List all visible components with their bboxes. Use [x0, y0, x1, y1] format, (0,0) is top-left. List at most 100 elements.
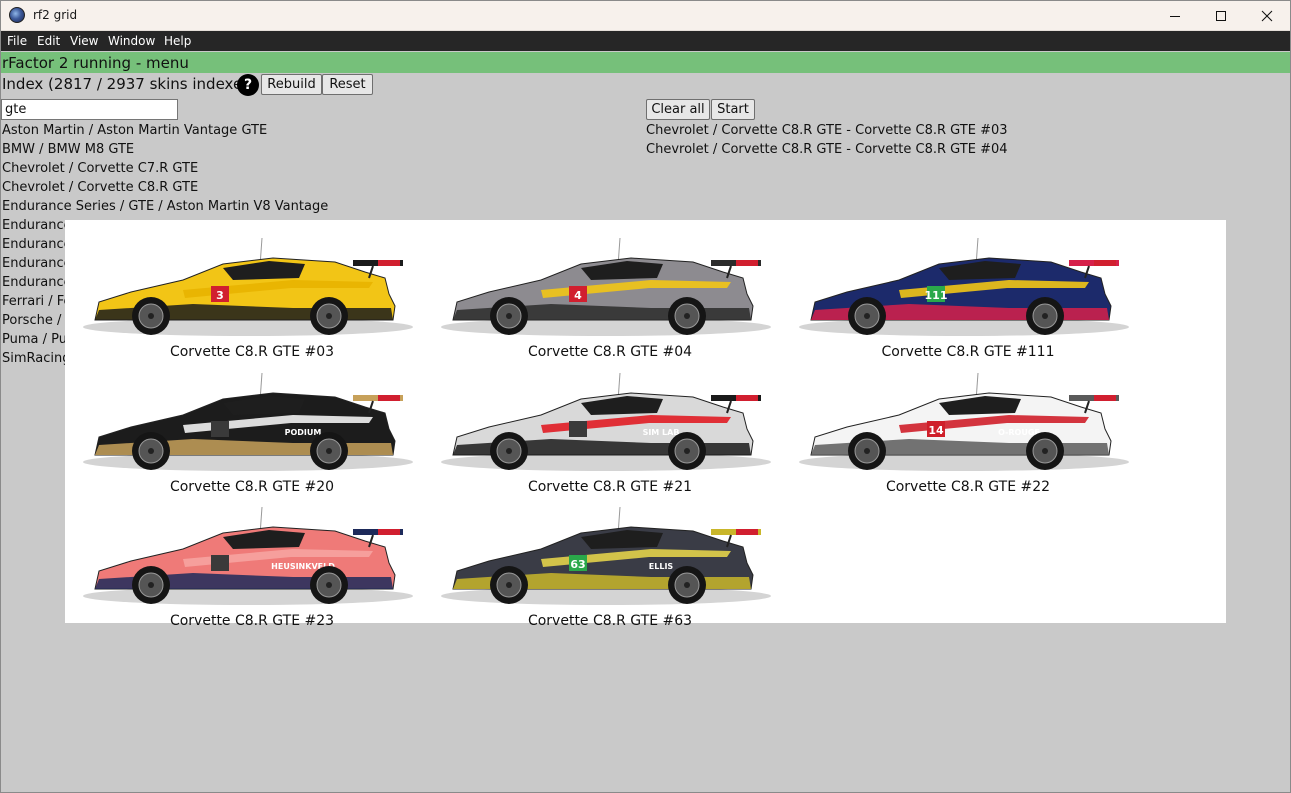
index-status: Index (2817 / 2937 skins indexed): [2, 75, 258, 93]
status-text: rFactor 2 running - menu: [2, 54, 189, 72]
menu-bar: File Edit View Window Help: [0, 31, 1291, 51]
menu-window[interactable]: Window: [108, 34, 155, 48]
wing-endplate: [736, 260, 758, 266]
wheel-hub: [684, 448, 690, 454]
wheel-hub: [506, 582, 512, 588]
car-image: SIM LAB: [441, 372, 771, 471]
skin-label: Corvette C8.R GTE #21: [527, 479, 693, 495]
menu-view[interactable]: View: [70, 34, 98, 48]
skin-label: Corvette C8.R GTE #04: [527, 344, 693, 360]
wing-endplate: [1094, 260, 1116, 266]
list-item[interactable]: Chevrolet / Corvette C7.R GTE: [2, 159, 642, 178]
wheel-hub: [864, 448, 870, 454]
reset-button[interactable]: Reset: [322, 74, 373, 95]
skin-label: Corvette C8.R GTE #63: [527, 613, 693, 629]
wheel-hub: [684, 313, 690, 319]
status-bar: rFactor 2 running - menu: [0, 52, 1291, 73]
wheel-hub: [506, 313, 512, 319]
wing-endplate: [378, 395, 400, 401]
wheel-hub: [148, 448, 154, 454]
close-icon: [1261, 10, 1273, 21]
wing-endplate: [1094, 395, 1116, 401]
wing-endplate: [736, 529, 758, 535]
menu-edit[interactable]: Edit: [37, 34, 60, 48]
wing-endplate: [736, 395, 758, 401]
start-button[interactable]: Start: [711, 99, 755, 120]
number-plate: [211, 555, 229, 571]
car-sponsor: PODIUM: [285, 428, 322, 437]
help-button[interactable]: ?: [237, 74, 259, 96]
car-image: 14 O-ROUGE: [799, 372, 1129, 471]
maximize-button[interactable]: [1198, 0, 1244, 31]
wing-endplate: [378, 260, 400, 266]
skin-label: Corvette C8.R GTE #20: [169, 479, 335, 495]
car-shadow: [83, 318, 413, 336]
menu-file[interactable]: File: [7, 34, 27, 48]
wing-endplate: [378, 529, 400, 535]
wheel-hub: [1042, 448, 1048, 454]
maximize-icon: [1216, 10, 1226, 21]
skin-picker-popup: 3 Corvette C8.R GTE #03 4 Corvette C8.R …: [65, 220, 1226, 629]
selected-item[interactable]: Chevrolet / Corvette C8.R GTE - Corvette…: [646, 140, 1246, 159]
search-input[interactable]: [1, 99, 178, 120]
wheel-hub: [506, 448, 512, 454]
list-item[interactable]: Aston Martin / Aston Martin Vantage GTE: [2, 121, 642, 140]
skin-tile[interactable]: HEUSINKVELD Corvette C8.R GTE #23: [73, 497, 431, 631]
car-number: 3: [216, 289, 224, 302]
rebuild-button[interactable]: Rebuild: [261, 74, 322, 95]
wheel-hub: [148, 582, 154, 588]
car-number: 111: [925, 289, 948, 302]
wheel-hub: [684, 582, 690, 588]
car-shadow: [83, 587, 413, 605]
skin-tile[interactable]: SIM LAB Corvette C8.R GTE #21: [431, 363, 789, 497]
car-image: HEUSINKVELD: [83, 506, 413, 605]
car-sponsor: ELLIS: [649, 562, 674, 571]
skin-tile[interactable]: PODIUM Corvette C8.R GTE #20: [73, 363, 431, 497]
car-number: 63: [570, 558, 585, 571]
wheel-hub: [326, 313, 332, 319]
selected-list: Chevrolet / Corvette C8.R GTE - Corvette…: [646, 121, 1246, 159]
car-shadow: [799, 318, 1129, 336]
wheel-hub: [148, 313, 154, 319]
car-image: 4: [441, 237, 771, 336]
skin-tile[interactable]: 14 O-ROUGE Corvette C8.R GTE #22: [789, 363, 1147, 497]
list-item[interactable]: Chevrolet / Corvette C8.R GTE: [2, 178, 642, 197]
skin-tile[interactable]: 111 Corvette C8.R GTE #111: [789, 228, 1147, 362]
car-shadow: [441, 318, 771, 336]
list-item[interactable]: BMW / BMW M8 GTE: [2, 140, 642, 159]
title-bar: rf2 grid: [0, 0, 1291, 31]
app-globe-icon: [9, 7, 25, 23]
selected-item[interactable]: Chevrolet / Corvette C8.R GTE - Corvette…: [646, 121, 1246, 140]
list-item[interactable]: Endurance Series / GTE / Aston Martin V8…: [2, 197, 642, 216]
menu-help[interactable]: Help: [164, 34, 191, 48]
wheel-hub: [326, 582, 332, 588]
skin-label: Corvette C8.R GTE #03: [169, 344, 335, 360]
clear-all-button[interactable]: Clear all: [646, 99, 710, 120]
wheel-hub: [326, 448, 332, 454]
skin-tile[interactable]: 4 Corvette C8.R GTE #04: [431, 228, 789, 362]
close-button[interactable]: [1244, 0, 1290, 31]
car-image: PODIUM: [83, 372, 413, 471]
number-plate: [569, 421, 587, 437]
skin-label: Corvette C8.R GTE #111: [881, 344, 1055, 360]
number-plate: [211, 421, 229, 437]
car-shadow: [83, 453, 413, 471]
car-number: 4: [574, 289, 582, 302]
wheel-hub: [1042, 313, 1048, 319]
car-shadow: [441, 453, 771, 471]
skin-tile[interactable]: 3 Corvette C8.R GTE #03: [73, 228, 431, 362]
wheel-hub: [864, 313, 870, 319]
car-sponsor: SIM LAB: [643, 428, 680, 437]
window-title: rf2 grid: [33, 8, 78, 22]
car-shadow: [441, 587, 771, 605]
minimize-button[interactable]: [1152, 0, 1198, 31]
car-shadow: [799, 453, 1129, 471]
minimize-icon: [1170, 15, 1180, 17]
car-image: 3: [83, 237, 413, 336]
car-number: 14: [928, 424, 944, 437]
skin-label: Corvette C8.R GTE #22: [885, 479, 1051, 495]
car-image: 63 ELLIS: [441, 506, 771, 605]
skin-label: Corvette C8.R GTE #23: [169, 613, 335, 629]
skin-tile[interactable]: 63 ELLIS Corvette C8.R GTE #63: [431, 497, 789, 631]
car-image: 111: [799, 237, 1129, 336]
